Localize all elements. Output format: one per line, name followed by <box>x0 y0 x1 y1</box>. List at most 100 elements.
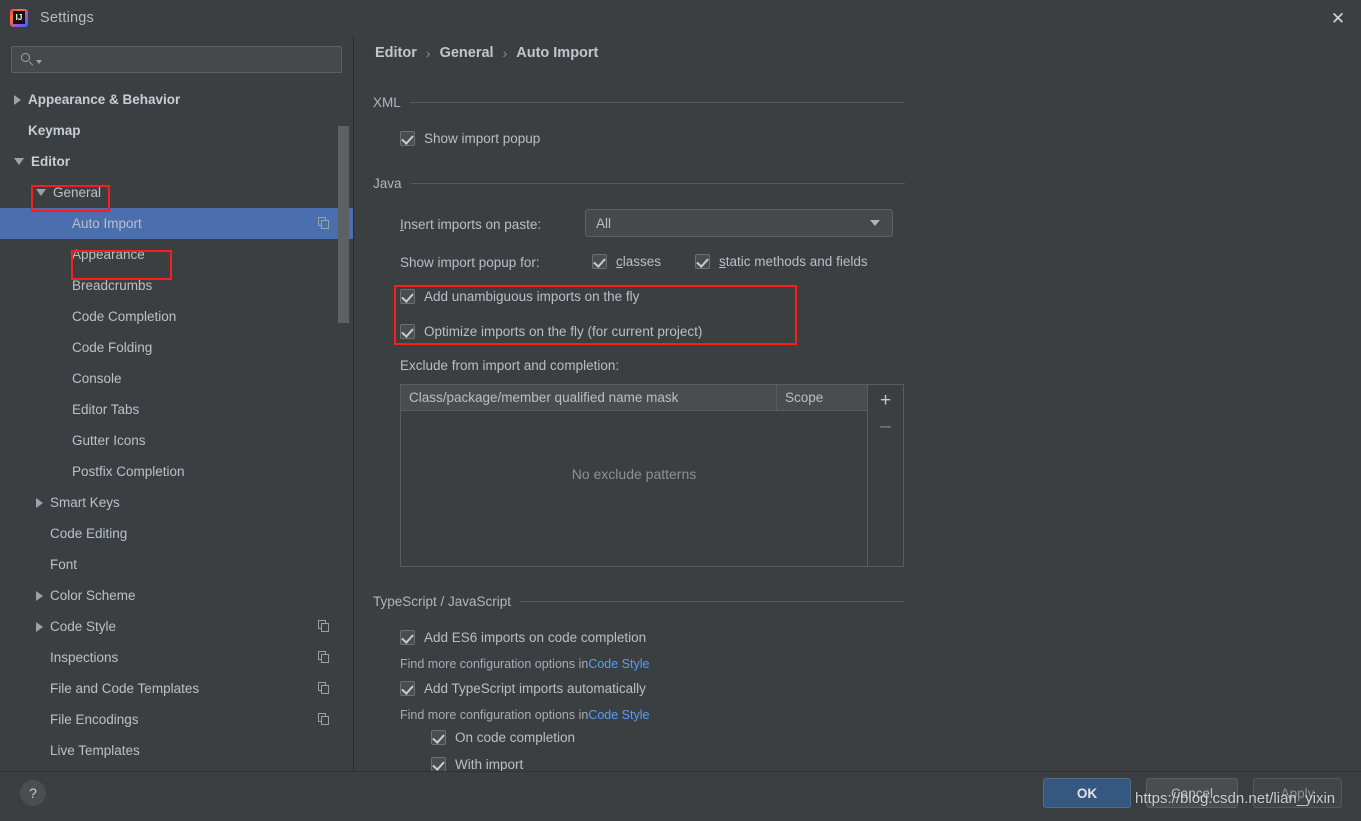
checkbox-add-unambiguous-imports[interactable] <box>400 289 415 304</box>
checkbox-row-add-unambiguous[interactable]: Add unambiguous imports on the fly <box>400 289 639 304</box>
chevron-right-icon[interactable] <box>36 621 43 632</box>
sidebar-item-label: Code Editing <box>50 526 128 541</box>
chevron-right-icon[interactable] <box>36 497 43 508</box>
chevron-down-icon[interactable] <box>36 59 42 64</box>
group-title-xml: XML <box>373 95 401 110</box>
checkbox-add-typescript-imports[interactable] <box>400 681 415 696</box>
breadcrumb-editor[interactable]: Editor <box>375 45 417 61</box>
checkbox-on-code-completion[interactable] <box>431 730 446 745</box>
checkbox-row-optimize-imports[interactable]: Optimize imports on the fly (for current… <box>400 324 702 339</box>
exclude-table-grid[interactable]: Class/package/member qualified name mask… <box>401 385 867 566</box>
exclude-table[interactable]: Class/package/member qualified name mask… <box>400 384 904 567</box>
checkbox-add-es6-imports[interactable] <box>400 630 415 645</box>
sidebar-item-live-templates[interactable]: Live Templates <box>0 735 353 766</box>
search-box[interactable] <box>11 46 342 73</box>
checkbox-optimize-imports[interactable] <box>400 324 415 339</box>
add-exclude-button[interactable]: + <box>872 387 900 413</box>
checkbox-row-add-ts-auto[interactable]: Add TypeScript imports automatically <box>400 681 646 696</box>
remove-exclude-button[interactable]: – <box>872 413 900 439</box>
sidebar-item-label: Inspections <box>50 650 119 665</box>
hint-text-es6: Find more configuration options in <box>400 657 589 671</box>
chevron-right-icon[interactable] <box>14 94 21 105</box>
label-add-unambiguous-imports: Add unambiguous imports on the fly <box>424 289 640 304</box>
copy-settings-icon[interactable] <box>318 217 331 230</box>
settings-window: Settings ✕ Appearance & Behavior Keymap Ed… <box>0 0 1361 821</box>
sidebar-item-code-style[interactable]: Code Style <box>0 611 353 642</box>
checkbox-show-import-popup[interactable] <box>400 131 415 146</box>
label-show-import-popup-for: Show import popup for: <box>400 255 540 270</box>
column-header-scope[interactable]: Scope <box>777 385 867 410</box>
help-button[interactable]: ? <box>20 780 46 806</box>
link-code-style-es6[interactable]: Code Style <box>588 657 649 671</box>
sidebar-item-code-folding[interactable]: Code Folding <box>0 332 353 363</box>
settings-tree[interactable]: Appearance & Behavior Keymap Editor General… <box>0 84 353 771</box>
sidebar-item-code-completion[interactable]: Code Completion <box>0 301 353 332</box>
checkbox-with-import[interactable] <box>431 757 446 771</box>
checkbox-row-show-import-popup[interactable]: Show import popup <box>400 131 540 146</box>
sidebar-item-general[interactable]: General <box>0 177 353 208</box>
insert-imports-dropdown[interactable]: All <box>585 209 893 237</box>
sidebar-item-console[interactable]: Console <box>0 363 353 394</box>
sidebar-item-label: Editor <box>31 154 70 169</box>
checkbox-classes[interactable] <box>592 254 607 269</box>
sidebar-item-keymap[interactable]: Keymap <box>0 115 353 146</box>
sidebar-item-editor[interactable]: Editor <box>0 146 353 177</box>
sidebar-item-code-editing[interactable]: Code Editing <box>0 518 353 549</box>
checkbox-row-classes[interactable]: classes <box>592 254 661 269</box>
close-icon[interactable]: ✕ <box>1315 0 1361 36</box>
sidebar-item-editor-tabs[interactable]: Editor Tabs <box>0 394 353 425</box>
sidebar-item-smart-keys[interactable]: Smart Keys <box>0 487 353 518</box>
chevron-down-icon[interactable] <box>14 158 24 165</box>
sidebar-item-inspections[interactable]: Inspections <box>0 642 353 673</box>
sidebar-item-label: Appearance & Behavior <box>28 92 181 107</box>
sidebar-item-appearance[interactable]: Appearance <box>0 239 353 270</box>
breadcrumb-general[interactable]: General <box>440 45 494 61</box>
chevron-down-icon[interactable] <box>36 189 46 196</box>
hint-text-ts: Find more configuration options in <box>400 708 589 722</box>
link-code-style-ts[interactable]: Code Style <box>588 708 649 722</box>
chevron-right-icon[interactable] <box>36 590 43 601</box>
chevron-down-icon[interactable] <box>870 220 880 226</box>
copy-settings-icon[interactable] <box>318 620 331 633</box>
title-bar: Settings ✕ <box>0 0 1361 36</box>
sidebar-item-breadcrumbs[interactable]: Breadcrumbs <box>0 270 353 301</box>
search-container <box>0 36 353 73</box>
sidebar-item-label: Live Templates <box>50 743 140 758</box>
column-header-mask[interactable]: Class/package/member qualified name mask <box>401 385 777 410</box>
sidebar-item-gutter-icons[interactable]: Gutter Icons <box>0 425 353 456</box>
ok-button[interactable]: OK <box>1043 778 1131 808</box>
search-input[interactable] <box>46 52 333 67</box>
checkbox-row-add-es6[interactable]: Add ES6 imports on code completion <box>400 630 646 645</box>
exclude-table-body[interactable]: No exclude patterns <box>401 411 867 566</box>
sidebar-item-file-encodings[interactable]: File Encodings <box>0 704 353 735</box>
sidebar-item-label: Breadcrumbs <box>72 278 153 293</box>
sidebar-item-file-and-code-templates[interactable]: File and Code Templates <box>0 673 353 704</box>
sidebar-scrollbar-thumb[interactable] <box>338 126 349 323</box>
sidebar-item-font[interactable]: Font <box>0 549 353 580</box>
copy-settings-icon[interactable] <box>318 651 331 664</box>
sidebar-item-auto-import[interactable]: Auto Import <box>0 208 353 239</box>
copy-settings-icon[interactable] <box>318 713 331 726</box>
sidebar-item-label: Code Folding <box>72 340 153 355</box>
checkbox-row-on-code-completion[interactable]: On code completion <box>431 730 575 745</box>
sidebar-item-appearance-behavior[interactable]: Appearance & Behavior <box>0 84 353 115</box>
checkbox-static-methods-and-fields[interactable] <box>695 254 710 269</box>
sidebar-item-color-scheme[interactable]: Color Scheme <box>0 580 353 611</box>
insert-imports-row: Insert imports on paste: <box>400 217 541 232</box>
sidebar-item-label: Color Scheme <box>50 588 136 603</box>
exclude-table-empty-text: No exclude patterns <box>571 465 697 482</box>
copy-settings-icon[interactable] <box>318 682 331 695</box>
hint-row-ts: Find more configuration options in Code … <box>400 708 649 722</box>
sidebar-item-postfix-completion[interactable]: Postfix Completion <box>0 456 353 487</box>
checkbox-row-static-methods[interactable]: static methods and fields <box>695 254 868 269</box>
checkbox-row-with-import[interactable]: With import <box>431 757 523 771</box>
sidebar-scrollbar-track[interactable] <box>338 84 351 771</box>
